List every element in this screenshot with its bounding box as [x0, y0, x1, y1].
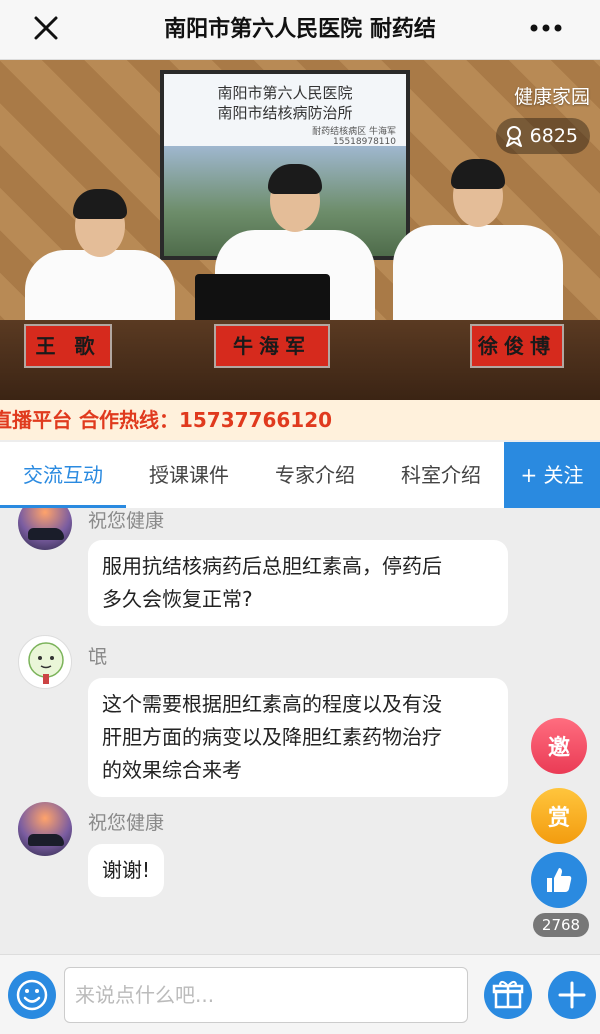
message-bubble: 谢谢! [88, 844, 165, 897]
plus-icon [558, 981, 586, 1009]
nameplate-right: 徐俊博 [470, 324, 564, 368]
invite-label: 邀 [547, 736, 570, 761]
avatar[interactable] [18, 802, 72, 856]
message-text-line: 的效果综合来考 [102, 758, 242, 782]
message-text-line: 肝胆方面的病变以及降胆红素药物治疗 [102, 725, 442, 749]
plus-button[interactable] [548, 971, 596, 1019]
message-text-line: 服用抗结核病药后总胆红素高，停药后 [102, 554, 442, 578]
message-sender: 祝您健康 [88, 510, 165, 532]
nameplate-center: 牛海军 [214, 324, 330, 368]
marquee-text: 直播平台 合作热线：15737766120 [0, 408, 333, 432]
like-count: 2768 [533, 913, 589, 937]
chat-list[interactable]: 祝您健康 服用抗结核病药后总胆红素高，停药后 多久会恢复正常? 氓 这个需要根据… [0, 508, 600, 954]
screen-small-text: 耐药结核病区 牛海军 15518978110 [312, 124, 396, 147]
tab-department[interactable]: 科室介绍 [380, 442, 502, 508]
gift-button[interactable] [484, 971, 532, 1019]
more-icon[interactable] [528, 16, 564, 40]
thumbs-up-icon [543, 864, 575, 896]
message-bubble: 这个需要根据胆红素高的程度以及有没 肝胆方面的病变以及降胆红素药物治疗 的效果综… [88, 678, 508, 797]
message-sender: 氓 [88, 646, 108, 668]
viewer-count-badge: 6825 [495, 118, 590, 154]
top-bar: 南阳市第六人民医院 耐药结 [0, 0, 600, 60]
smiley-icon [16, 979, 48, 1011]
viewer-count: 6825 [529, 125, 578, 147]
tab-courseware[interactable]: 授课课件 [128, 442, 250, 508]
page-title: 南阳市第六人民医院 耐药结 [164, 17, 436, 42]
follow-button[interactable]: + 关注 [504, 442, 600, 508]
like-button[interactable] [531, 852, 587, 908]
live-video[interactable]: 南阳市第六人民医院 南阳市结核病防治所 耐药结核病区 牛海军 155189781… [0, 60, 600, 400]
close-icon[interactable] [30, 12, 62, 44]
channel-watermark: 健康家园 [513, 86, 590, 108]
screen-institute-name: 南阳市结核病防治所 [217, 104, 353, 122]
message-text-line: 谢谢! [102, 858, 151, 882]
marquee-banner: 直播平台 合作热线：15737766120 [0, 400, 600, 440]
avatar[interactable] [18, 508, 72, 550]
comment-input[interactable] [64, 967, 468, 1023]
reward-label: 赏 [547, 806, 570, 831]
screen-small-line-1: 耐药结核病区 牛海军 [312, 127, 396, 137]
message-text-line: 这个需要根据胆红素高的程度以及有没 [102, 692, 442, 716]
invite-button[interactable]: 邀 [531, 718, 587, 774]
avatar[interactable] [18, 635, 72, 689]
reward-button[interactable]: 赏 [531, 788, 587, 844]
viewer-icon [504, 125, 524, 147]
screen-hospital-name: 南阳市第六人民医院 [217, 84, 353, 102]
nameplate-left: 王 歌 [24, 324, 112, 368]
message-sender: 祝您健康 [88, 812, 165, 834]
message-text-line: 多久会恢复正常? [102, 587, 253, 611]
tab-interaction[interactable]: 交流互动 [0, 442, 126, 508]
message-bubble: 服用抗结核病药后总胆红素高，停药后 多久会恢复正常? [88, 540, 508, 626]
bottom-bar [0, 954, 600, 1034]
tab-experts[interactable]: 专家介绍 [254, 442, 376, 508]
gift-icon [492, 980, 524, 1009]
emoji-button[interactable] [8, 971, 56, 1019]
